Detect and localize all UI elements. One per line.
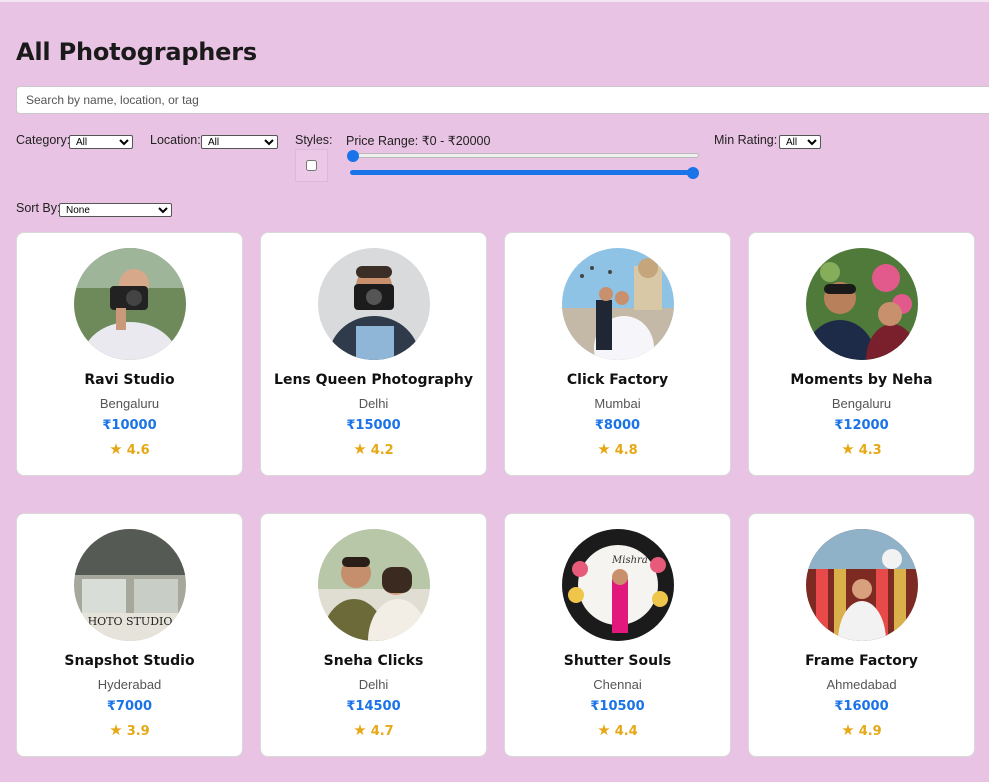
photographer-card[interactable]: HOTO STUDIO Snapshot Studio Hyderabad ₹7000…	[16, 513, 243, 757]
styles-checkbox[interactable]	[306, 160, 317, 171]
photographer-price: ₹12000	[834, 418, 889, 433]
location-select[interactable]: All	[201, 135, 278, 149]
photographer-rating: ★ 4.9	[749, 721, 974, 739]
photographer-rating: ★ 4.4	[505, 721, 730, 739]
photographer-name[interactable]: Frame Factory	[749, 653, 974, 669]
star-icon: ★	[841, 721, 855, 739]
rating-value: 4.4	[614, 724, 638, 739]
min-rating-label: Min Rating:	[714, 133, 778, 147]
styles-label: Styles:	[295, 133, 333, 147]
price-range-label: Price Range: ₹0 - ₹20000	[346, 134, 491, 148]
photographer-name[interactable]: Lens Queen Photography	[261, 372, 486, 388]
photographer-rating: ★ 4.2	[261, 440, 486, 458]
price-min-slider-handle[interactable]	[347, 150, 359, 162]
photographer-location: Chennai	[593, 677, 642, 692]
rating-value: 3.9	[126, 724, 150, 739]
sort-label: Sort By:	[16, 201, 61, 215]
photographer-avatar[interactable]	[318, 248, 430, 360]
photographer-card[interactable]: Sneha Clicks Delhi ₹14500 ★ 4.7	[260, 513, 487, 757]
photographer-name[interactable]: Snapshot Studio	[17, 653, 242, 669]
photographer-price: ₹10000	[102, 418, 157, 433]
star-icon: ★	[597, 721, 611, 739]
photographer-avatar[interactable]	[806, 529, 918, 641]
star-icon: ★	[841, 440, 855, 458]
photographer-name[interactable]: Sneha Clicks	[261, 653, 486, 669]
photographer-avatar[interactable]	[74, 248, 186, 360]
category-label: Category:	[16, 133, 71, 147]
photographer-price: ₹16000	[834, 699, 889, 714]
photographer-location: Delhi	[358, 677, 389, 692]
sort-select[interactable]: None	[59, 203, 172, 217]
photographer-price: ₹10500	[590, 699, 645, 714]
svg-text:HOTO STUDIO: HOTO STUDIO	[88, 615, 173, 628]
rating-value: 4.9	[858, 724, 882, 739]
photographer-card[interactable]: Mishra Shutter Souls Chennai ₹10500 ★ 4.4	[504, 513, 731, 757]
photographer-location: Delhi	[358, 396, 389, 411]
star-icon: ★	[597, 440, 611, 458]
photographer-rating: ★ 3.9	[17, 721, 242, 739]
rating-value: 4.3	[858, 443, 882, 458]
photographer-avatar[interactable]	[806, 248, 918, 360]
photographer-card[interactable]: Ravi Studio Bengaluru ₹10000 ★ 4.6	[16, 232, 243, 476]
photographer-name[interactable]: Ravi Studio	[17, 372, 242, 388]
photographer-rating: ★ 4.3	[749, 440, 974, 458]
location-label: Location:	[150, 133, 201, 147]
photographer-location: Bengaluru	[99, 396, 160, 411]
photographer-price: ₹7000	[106, 699, 153, 714]
price-min-slider-track[interactable]	[350, 153, 699, 158]
photographer-card[interactable]: Click Factory Mumbai ₹8000 ★ 4.8	[504, 232, 731, 476]
photographer-location: Mumbai	[594, 396, 641, 411]
min-rating-select[interactable]: All	[779, 135, 821, 149]
photographer-card[interactable]: Lens Queen Photography Delhi ₹15000 ★ 4.2	[260, 232, 487, 476]
photographer-price: ₹8000	[594, 418, 641, 433]
photographer-avatar[interactable]	[318, 529, 430, 641]
search-input[interactable]	[16, 86, 989, 114]
photographer-card[interactable]: Moments by Neha Bengaluru ₹12000 ★ 4.3	[748, 232, 975, 476]
page-title: All Photographers	[16, 38, 257, 66]
svg-text:Mishra: Mishra	[611, 555, 648, 566]
rating-value: 4.6	[126, 443, 150, 458]
category-select[interactable]: All	[69, 135, 133, 149]
photographer-rating: ★ 4.7	[261, 721, 486, 739]
price-max-slider-handle[interactable]	[687, 167, 699, 179]
star-icon: ★	[109, 721, 123, 739]
rating-value: 4.8	[614, 443, 638, 458]
photographer-card[interactable]: Frame Factory Ahmedabad ₹16000 ★ 4.9	[748, 513, 975, 757]
photographer-price: ₹15000	[346, 418, 401, 433]
photographer-avatar[interactable]: Mishra	[562, 529, 674, 641]
styles-container	[295, 149, 328, 182]
photographer-location: Bengaluru	[831, 396, 892, 411]
top-border	[0, 0, 989, 2]
star-icon: ★	[353, 440, 367, 458]
photographer-name[interactable]: Moments by Neha	[749, 372, 974, 388]
star-icon: ★	[353, 721, 367, 739]
photographer-location: Ahmedabad	[826, 677, 897, 692]
photographer-name[interactable]: Click Factory	[505, 372, 730, 388]
photographer-rating: ★ 4.6	[17, 440, 242, 458]
rating-value: 4.2	[370, 443, 394, 458]
price-max-slider-track[interactable]	[350, 170, 695, 175]
photographer-avatar[interactable]: HOTO STUDIO	[74, 529, 186, 641]
photographer-rating: ★ 4.8	[505, 440, 730, 458]
rating-value: 4.7	[370, 724, 394, 739]
photographer-location: Hyderabad	[97, 677, 162, 692]
photographer-price: ₹14500	[346, 699, 401, 714]
photographer-avatar[interactable]	[562, 248, 674, 360]
star-icon: ★	[109, 440, 123, 458]
photographer-name[interactable]: Shutter Souls	[505, 653, 730, 669]
